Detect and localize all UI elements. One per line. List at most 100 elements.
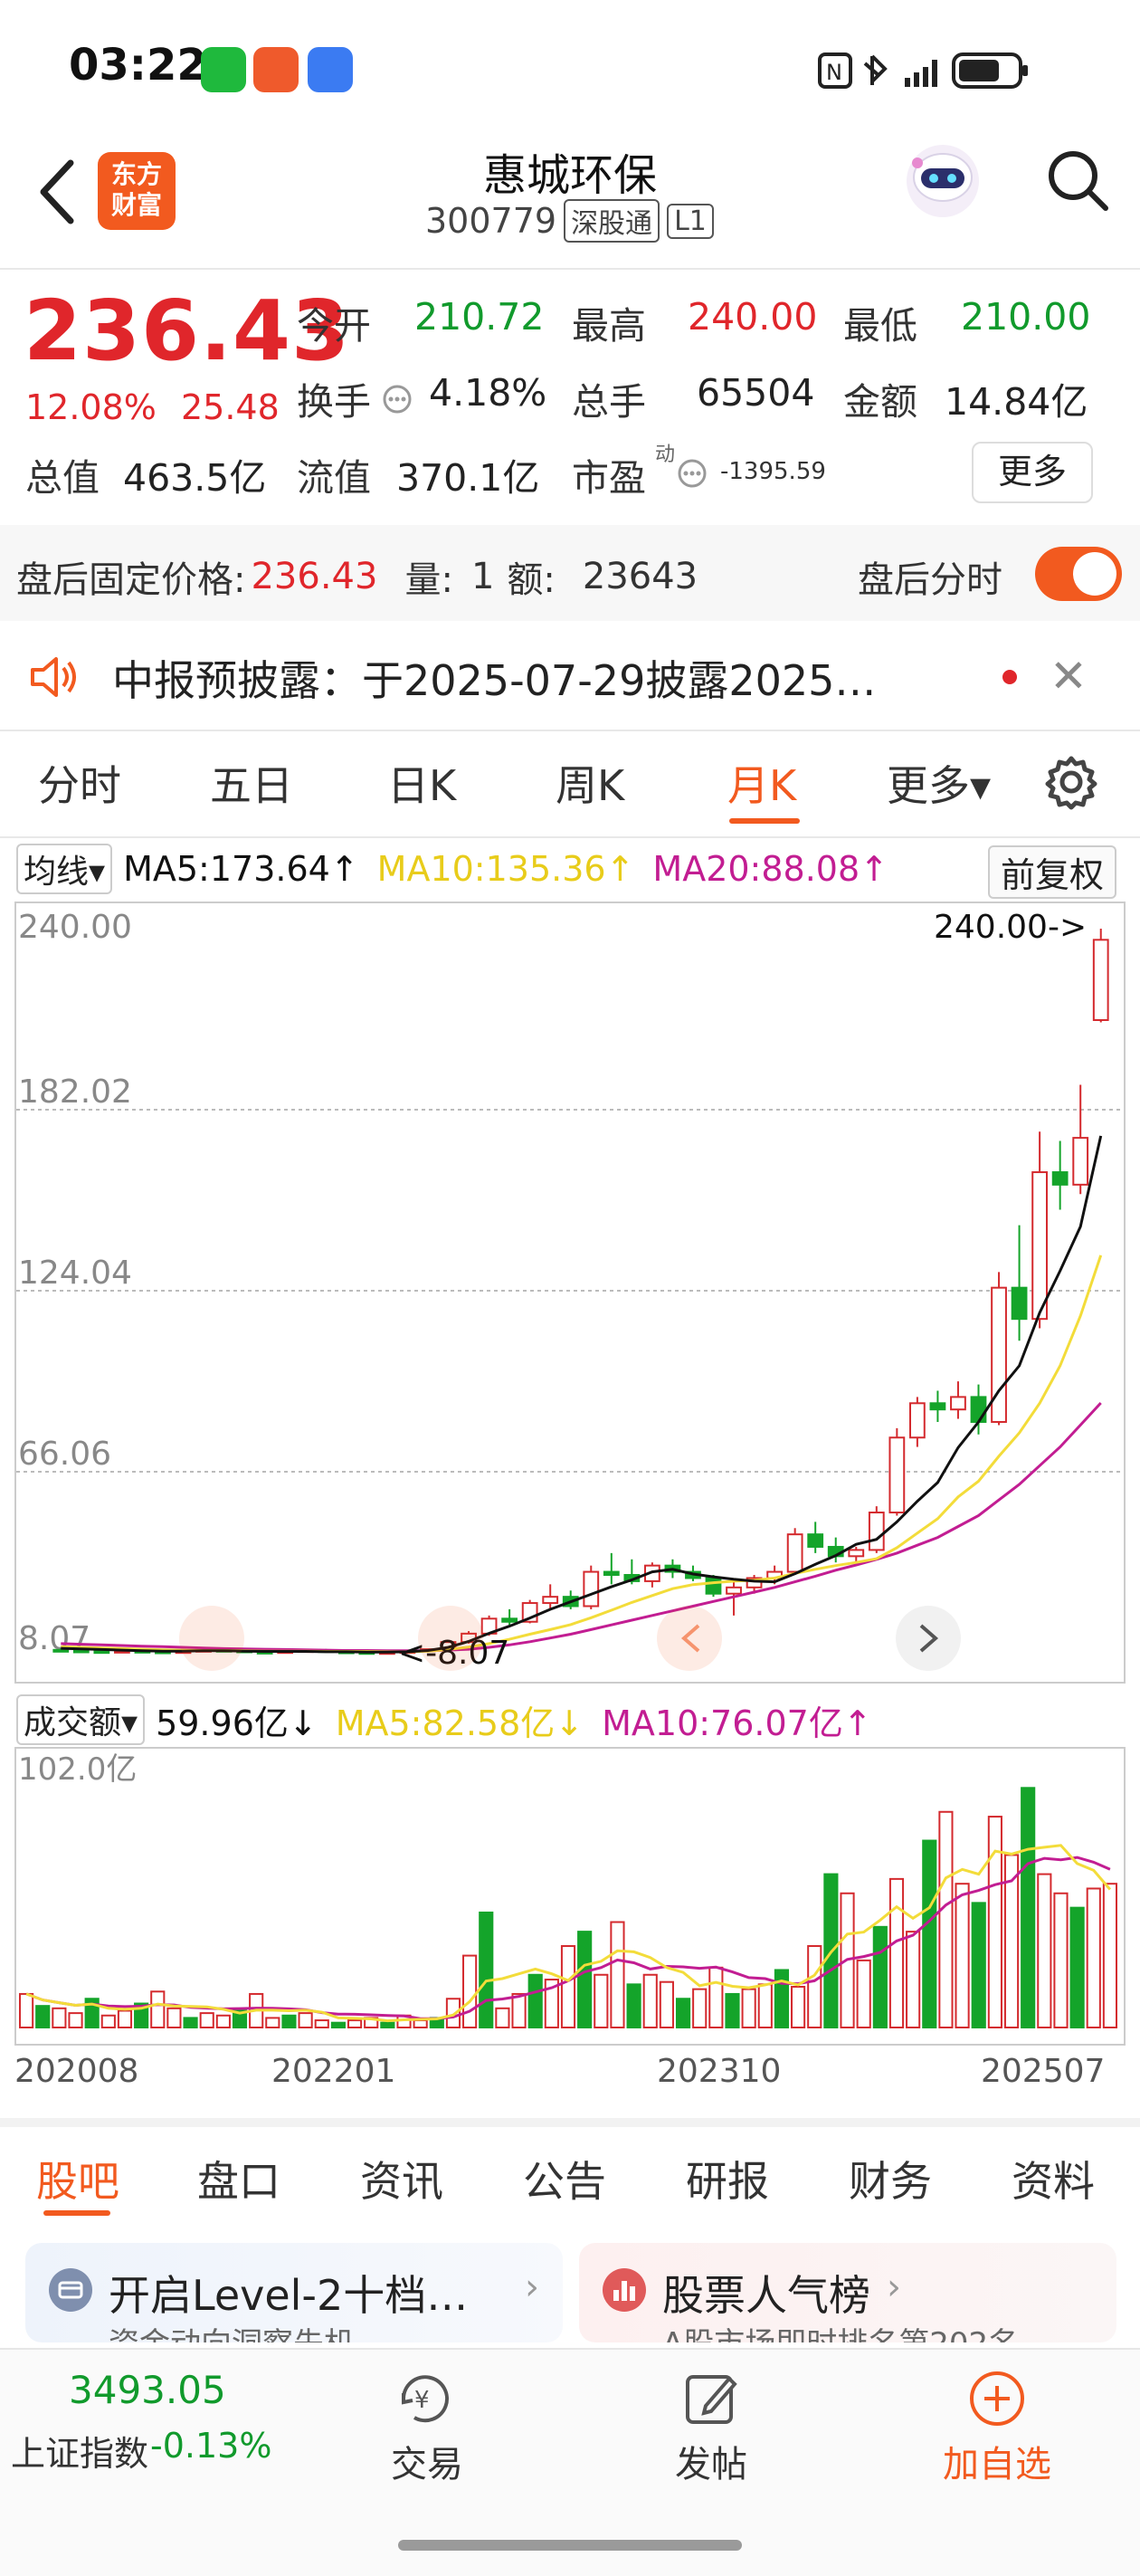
open-value: 210.72 xyxy=(414,295,545,339)
volume-selector[interactable]: 成交额▾ xyxy=(16,1694,146,1745)
volume-bar xyxy=(117,2009,133,2028)
volume-bar xyxy=(610,1921,625,2029)
volume-bar xyxy=(380,2021,395,2028)
volume-bar xyxy=(560,1945,576,2028)
tab-finance[interactable]: 财务 xyxy=(849,2149,932,2209)
volume-bar xyxy=(938,1810,954,2028)
volume-ma10: MA10:76.07亿↑ xyxy=(602,1703,872,1743)
candle-body xyxy=(1072,1137,1089,1186)
volume-label: 总手 xyxy=(572,380,646,424)
high-label: 最高 xyxy=(572,304,646,348)
tab-announcements[interactable]: 公告 xyxy=(523,2149,606,2209)
volume-bar xyxy=(725,1992,740,2028)
info-icon[interactable] xyxy=(382,384,413,415)
popularity-card[interactable]: 股票人气榜 › A股市场即时排名第202名 xyxy=(579,2243,1116,2342)
candle-body xyxy=(726,1586,742,1595)
mktcap-value: 463.5亿 xyxy=(123,456,267,500)
tab-intraday[interactable]: 分时 xyxy=(38,753,121,813)
candle xyxy=(868,1506,885,1553)
candle-body xyxy=(786,1533,803,1573)
search-icon[interactable] xyxy=(1042,145,1115,217)
index-name[interactable]: 上证指数 xyxy=(11,2426,148,2476)
volume-bar xyxy=(987,1816,1002,2028)
assistant-robot-icon[interactable] xyxy=(899,136,986,223)
level2-card[interactable]: 开启Level-2十档… › 资金动向洞察先机 xyxy=(25,2243,563,2342)
trade-label[interactable]: 交易 xyxy=(391,2435,463,2487)
candle-body xyxy=(991,1286,1007,1423)
candle-body xyxy=(807,1533,824,1548)
after-hours-amt: 23643 xyxy=(582,556,698,597)
ma-legend: 均线▾ MA5:173.64↑ MA10:135.36↑ MA20:88.08↑ xyxy=(16,844,888,894)
volume-bar xyxy=(1037,1873,1052,2028)
volume-bar xyxy=(527,1973,543,2029)
tab-more[interactable]: 更多▾ xyxy=(887,753,991,813)
after-hours-vol-label: 量: xyxy=(404,559,453,601)
volume-top-label: 102.0亿 xyxy=(18,1751,137,1788)
volume-bar xyxy=(807,1945,822,2028)
trade-icon[interactable]: ¥ xyxy=(393,2366,458,2431)
notice-text[interactable]: 中报预披露：于2025-07-29披露2025… xyxy=(112,648,876,708)
tab-guba[interactable]: 股吧 xyxy=(36,2149,119,2209)
volume-bar xyxy=(35,2005,51,2029)
change-amount: 25.48 xyxy=(181,387,280,427)
tab-profile[interactable]: 资料 xyxy=(1012,2149,1095,2209)
header-divider xyxy=(0,268,1140,270)
volume-ma5: MA5:82.58亿↓ xyxy=(335,1703,584,1743)
tab-pankou[interactable]: 盘口 xyxy=(197,2149,280,2209)
volume-bar xyxy=(856,1959,871,2028)
volume-value: 65504 xyxy=(697,371,815,415)
volume-bar xyxy=(1086,1887,1101,2028)
scroll-right-button xyxy=(896,1606,961,1671)
after-hours-info: 盘后固定价格: 236.43 量: 1 额: 23643 xyxy=(16,550,698,603)
candle-body xyxy=(1011,1286,1028,1321)
pe-info-icon[interactable] xyxy=(677,458,708,489)
tab-research[interactable]: 研报 xyxy=(686,2149,769,2209)
volume-bar xyxy=(577,1931,593,2028)
volume-bar xyxy=(1053,1892,1069,2028)
ma-selector[interactable]: 均线▾ xyxy=(16,844,113,894)
post-label[interactable]: 发帖 xyxy=(675,2435,747,2487)
kline-chart[interactable]: 240.00182.02124.0466.068.07 240.00-><-8.… xyxy=(14,902,1126,1684)
amount-label: 金额 xyxy=(843,380,917,424)
volume-bar xyxy=(872,1925,888,2028)
candle xyxy=(1092,929,1109,1023)
x-tick-1: 202008 xyxy=(14,2053,139,2090)
candle xyxy=(786,1528,803,1576)
volume-bar xyxy=(314,2019,329,2029)
chevron-right-icon: › xyxy=(525,2266,539,2308)
volume-bar xyxy=(1069,1906,1085,2028)
index-change[interactable]: -0.13% xyxy=(150,2426,271,2466)
low-value: 210.00 xyxy=(961,295,1091,339)
tab-news[interactable]: 资讯 xyxy=(360,2149,443,2209)
pe-superscript: 动 xyxy=(655,444,676,466)
open-label: 今开 xyxy=(297,304,371,348)
tab-weekly-k[interactable]: 周K xyxy=(556,753,624,813)
amount-value: 14.84亿 xyxy=(945,380,1088,424)
volume-bar xyxy=(888,1877,905,2028)
volume-bar xyxy=(150,1990,166,2029)
tab-daily-k[interactable]: 日K xyxy=(387,753,456,813)
level-tag: L1 xyxy=(667,203,714,239)
pe-value: -1395.59 xyxy=(720,458,826,485)
volume-bar xyxy=(281,2014,297,2029)
after-hours-toggle[interactable] xyxy=(1035,547,1122,601)
candle-body xyxy=(868,1512,885,1551)
add-watchlist-label[interactable]: 加自选 xyxy=(943,2435,1051,2487)
add-watchlist-icon[interactable] xyxy=(964,2366,1030,2431)
tab-five-day[interactable]: 五日 xyxy=(210,753,293,813)
chevron-right-icon: › xyxy=(887,2266,901,2308)
volume-bar xyxy=(511,1992,527,2028)
close-icon[interactable]: ✕ xyxy=(1050,650,1088,702)
index-value[interactable]: 3493.05 xyxy=(69,2368,226,2412)
volume-chart[interactable]: 102.0亿 xyxy=(14,1747,1126,2046)
candle-body xyxy=(501,1617,518,1623)
gear-icon[interactable] xyxy=(1042,753,1100,811)
post-icon[interactable] xyxy=(679,2366,744,2431)
sub-tab-underline xyxy=(43,2210,110,2216)
volume-bar xyxy=(955,1883,970,2028)
tab-monthly-k[interactable]: 月K xyxy=(727,753,796,813)
adjust-selector[interactable]: 前复权 xyxy=(988,845,1117,899)
candle-body xyxy=(950,1396,966,1411)
x-tick-4: 202507 xyxy=(981,2053,1106,2090)
more-quote-button[interactable]: 更多 xyxy=(972,442,1093,503)
